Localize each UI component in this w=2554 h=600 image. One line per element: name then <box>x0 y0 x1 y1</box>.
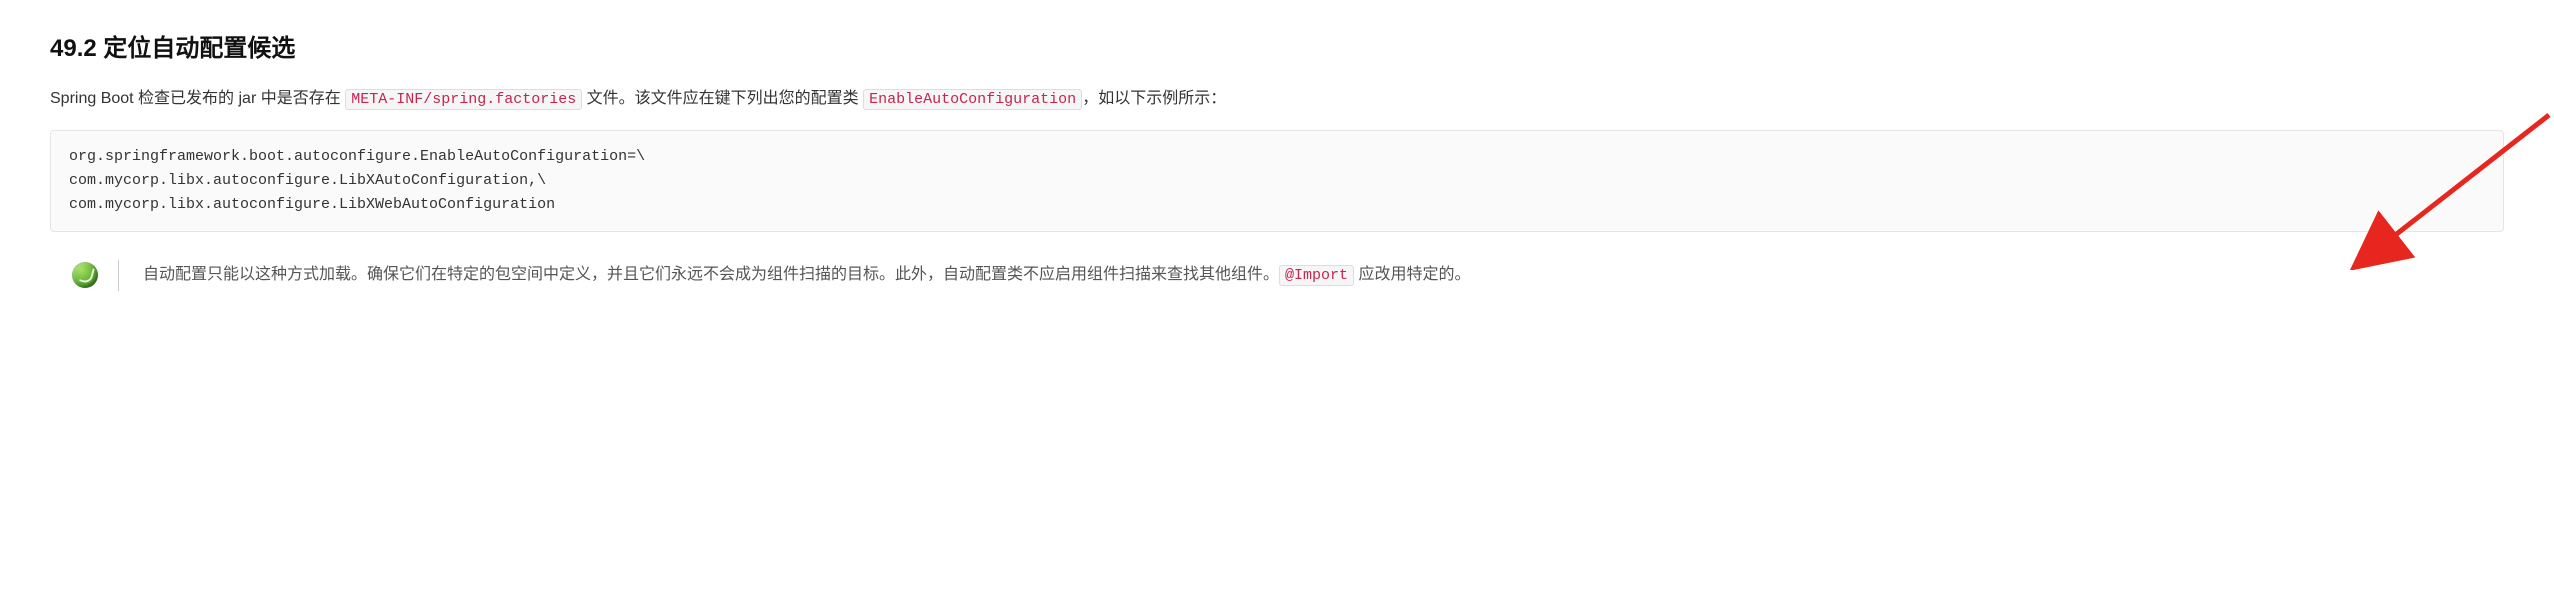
section-heading: 49.2 定位自动配置候选 <box>50 30 2504 68</box>
note-icon-wrap <box>72 260 98 297</box>
note-text-1: 自动配置只能以这种方式加载。确保它们在特定的包空间中定义，并且它们永远不会成为组… <box>143 266 1279 283</box>
para-text-3: ，如以下示例所示： <box>1082 90 1226 107</box>
para-text-1: Spring Boot 检查已发布的 jar 中是否存在 <box>50 90 345 107</box>
note-text-2: 应改用特定的。 <box>1354 266 1470 283</box>
para-text-2: 文件。该文件应在键下列出您的配置类 <box>582 90 863 107</box>
spring-leaf-icon <box>72 262 98 288</box>
code-block-example: org.springframework.boot.autoconfigure.E… <box>50 130 2504 232</box>
inline-code-import: @Import <box>1279 265 1354 286</box>
intro-paragraph: Spring Boot 检查已发布的 jar 中是否存在 META-INF/sp… <box>50 86 2504 112</box>
inline-code-enable-auto: EnableAutoConfiguration <box>863 89 1082 110</box>
note-box: 自动配置只能以这种方式加载。确保它们在特定的包空间中定义，并且它们永远不会成为组… <box>72 260 2504 297</box>
note-content: 自动配置只能以这种方式加载。确保它们在特定的包空间中定义，并且它们永远不会成为组… <box>118 260 1470 291</box>
inline-code-factories: META-INF/spring.factories <box>345 89 582 110</box>
